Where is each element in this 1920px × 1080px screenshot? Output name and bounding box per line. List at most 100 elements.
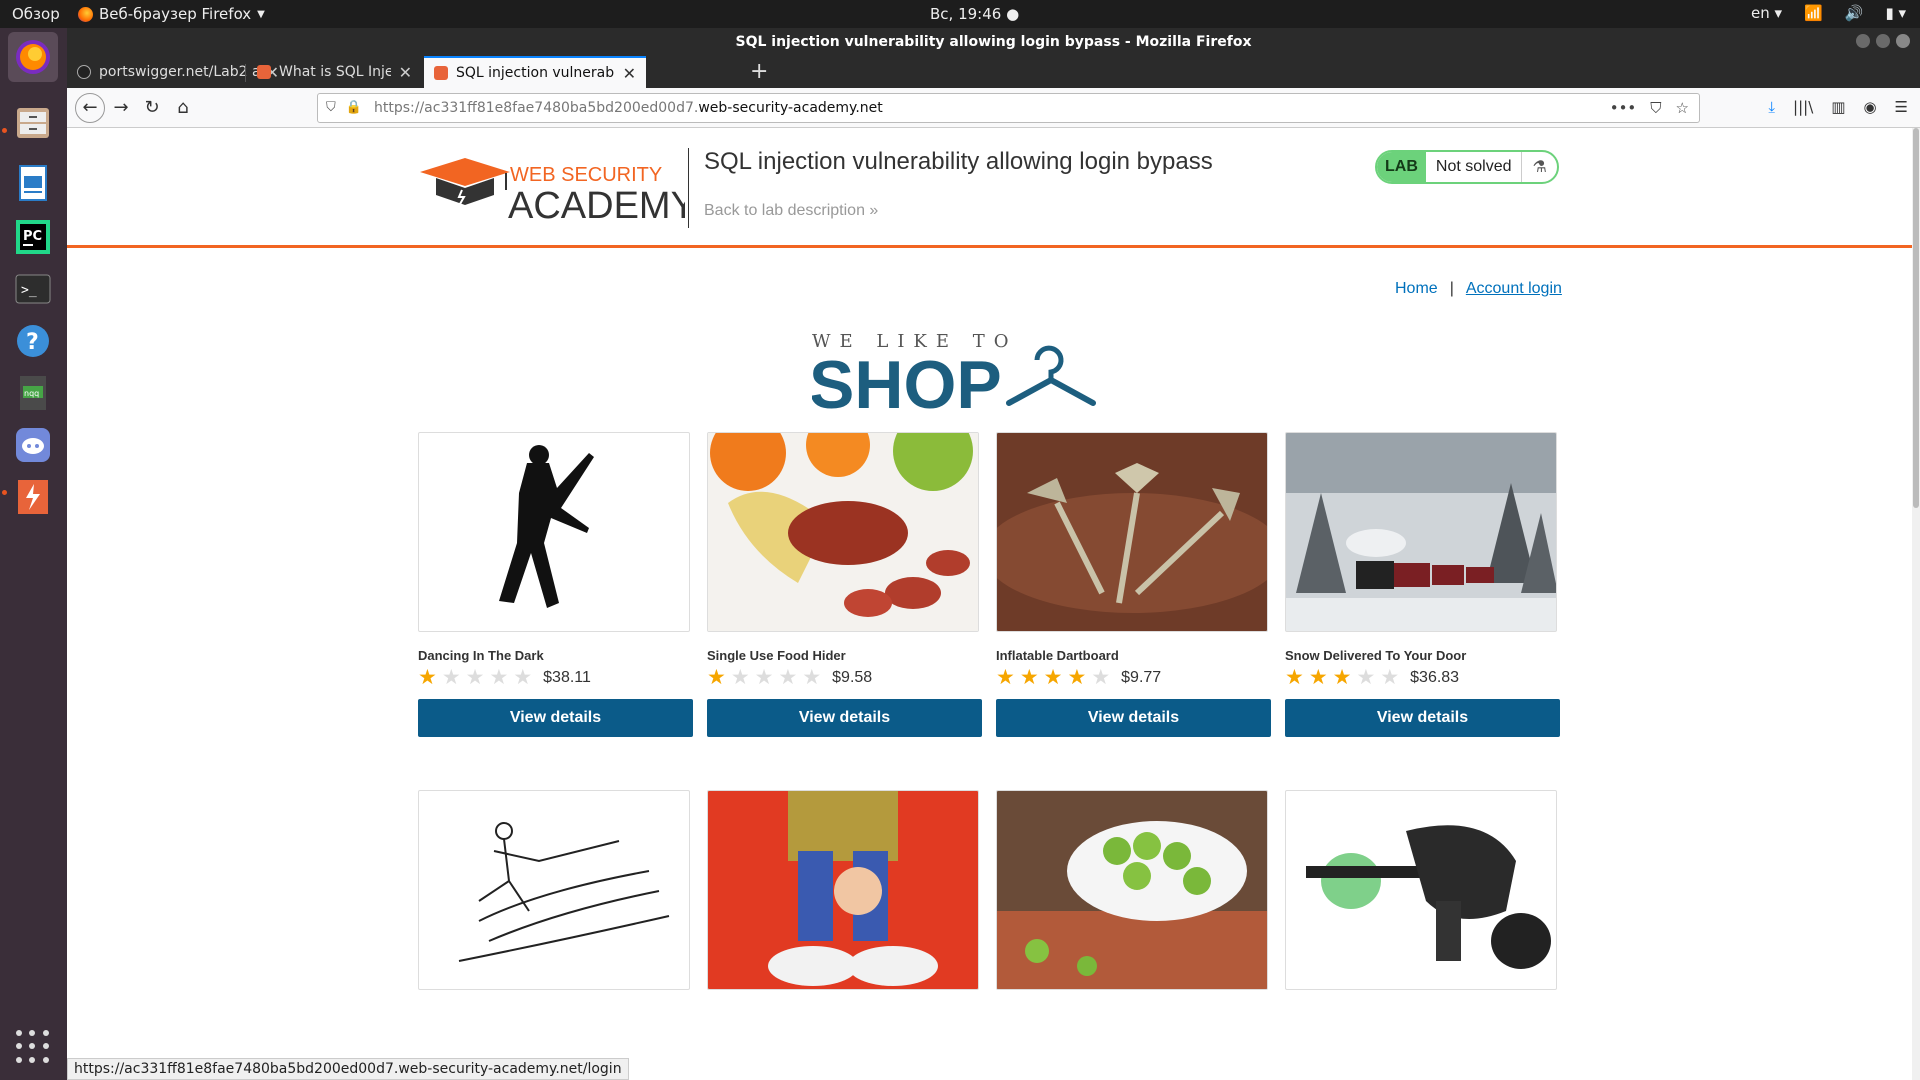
- app-menu[interactable]: Веб-браузер Firefox ▼: [78, 5, 265, 23]
- product-image[interactable]: [996, 432, 1268, 632]
- dock-firefox[interactable]: [8, 32, 58, 82]
- battery-icon: ▮ ▾: [1885, 4, 1906, 22]
- view-details-button[interactable]: View details: [418, 699, 693, 737]
- star-icon: ★: [707, 666, 726, 689]
- firefox-icon: [16, 40, 50, 74]
- product-image[interactable]: [1285, 790, 1557, 990]
- burp-icon: [18, 480, 48, 514]
- page-nav: Home | Account login: [1395, 280, 1562, 298]
- sidebar-icon[interactable]: ▥: [1831, 98, 1845, 116]
- dock-app-notes[interactable]: nqq: [8, 368, 58, 418]
- download-icon[interactable]: ⤓: [1768, 98, 1775, 116]
- reload-icon[interactable]: ↻: [140, 96, 164, 120]
- view-details-button[interactable]: View details: [707, 699, 982, 737]
- tab-what-is-sqli[interactable]: What is SQL Injection? Tu ✕: [247, 56, 422, 88]
- sketch-drawing-image: [458, 822, 670, 962]
- portswigger-icon: [257, 65, 271, 79]
- scrollbar-thumb[interactable]: [1913, 128, 1919, 508]
- snow-train-image: [1286, 433, 1556, 631]
- product-card: [707, 790, 979, 990]
- running-indicator: [2, 128, 7, 133]
- tab-sqli-lab[interactable]: SQL injection vulnerabilit ✕: [424, 56, 646, 88]
- star-icon: ★: [513, 666, 533, 689]
- menu-icon[interactable]: ☰: [1895, 98, 1908, 116]
- activities-button[interactable]: Обзор: [12, 5, 60, 23]
- dock-pycharm[interactable]: PC: [8, 212, 58, 262]
- lab-header: WEB SECURITY ACADEMY SQL injection vulne…: [67, 128, 1912, 248]
- dock-discord[interactable]: [8, 420, 58, 470]
- url-bar[interactable]: ⛉ 🔒 https://ac331ff81e8fae7480ba5bd200ed…: [317, 93, 1700, 123]
- minimize-icon[interactable]: [1856, 34, 1870, 48]
- pocket-icon[interactable]: ⛉: [1650, 99, 1661, 117]
- lab-title: SQL injection vulnerability allowing log…: [704, 148, 1213, 175]
- product-card: [1285, 790, 1557, 990]
- dock-terminal[interactable]: >_: [8, 264, 58, 314]
- view-details-button[interactable]: View details: [1285, 699, 1560, 737]
- bookmark-star-icon[interactable]: ☆: [1676, 99, 1689, 117]
- account-icon[interactable]: ◉: [1863, 98, 1876, 116]
- firefox-icon: [78, 6, 93, 22]
- product-image[interactable]: [418, 790, 690, 990]
- clock[interactable]: Вс, 19:46 ●: [930, 5, 1019, 23]
- pycharm-icon: PC: [16, 220, 50, 254]
- close-icon[interactable]: ✕: [399, 63, 412, 82]
- back-arrow-icon[interactable]: ←: [75, 93, 105, 123]
- product-image[interactable]: [707, 790, 979, 990]
- star-rating: ★ ★ ★ ★ ★ $36.83: [1285, 667, 1557, 689]
- system-tray[interactable]: en ▾ 📶 🔊 ▮ ▾: [1751, 4, 1906, 22]
- hanger-icon: [1006, 345, 1096, 406]
- star-icon: ★: [465, 666, 485, 689]
- star-icon: ★: [1332, 666, 1352, 689]
- web-security-academy-logo[interactable]: WEB SECURITY ACADEMY: [420, 150, 685, 230]
- network-icon: 📶: [1804, 4, 1823, 22]
- product-name: Inflatable Dartboard: [996, 648, 1119, 663]
- dock-help[interactable]: ?: [8, 316, 58, 366]
- app-menu-label: Веб-браузер Firefox: [99, 5, 252, 23]
- account-login-link[interactable]: Account login: [1466, 280, 1562, 298]
- window-titlebar[interactable]: SQL injection vulnerability allowing log…: [67, 28, 1920, 56]
- show-applications-icon[interactable]: [16, 1030, 50, 1064]
- product-name: Single Use Food Hider: [707, 648, 846, 663]
- back-to-lab-description-link[interactable]: Back to lab description »: [704, 202, 878, 220]
- new-tab-icon[interactable]: +: [750, 59, 768, 84]
- volume-icon: 🔊: [1844, 4, 1864, 22]
- product-image[interactable]: [1285, 432, 1557, 632]
- notes-icon: nqq: [20, 376, 46, 410]
- close-icon[interactable]: [1896, 34, 1910, 48]
- dock-files[interactable]: [8, 98, 58, 148]
- library-icon[interactable]: |||\: [1793, 98, 1813, 116]
- tracking-shield-icon[interactable]: ⛉: [326, 100, 336, 115]
- clock-label: Вс, 19:46 ●: [930, 5, 1020, 23]
- forward-arrow-icon[interactable]: →: [109, 96, 133, 120]
- page-actions-icon[interactable]: •••: [1610, 99, 1637, 117]
- close-icon[interactable]: ✕: [623, 64, 636, 83]
- tab-label: What is SQL Injection? Tu: [279, 64, 391, 80]
- dock-writer[interactable]: [8, 158, 58, 208]
- url-prefix: https://ac331ff81e8fae7480ba5bd200ed00d7…: [374, 100, 699, 116]
- home-link[interactable]: Home: [1395, 280, 1438, 298]
- lock-icon[interactable]: 🔒: [346, 100, 362, 115]
- product-image[interactable]: [707, 432, 979, 632]
- link-status-bar: https://ac331ff81e8fae7480ba5bd200ed00d7…: [67, 1058, 629, 1080]
- star-icon: ★: [1380, 666, 1400, 689]
- svg-text:?: ?: [26, 330, 39, 355]
- svg-text:nqq: nqq: [24, 389, 39, 398]
- navigation-toolbar: ← → ↻ ⌂ ⛉ 🔒 https://ac331ff81e8fae7480ba…: [67, 88, 1920, 128]
- maximize-icon[interactable]: [1876, 34, 1890, 48]
- document-icon: [19, 165, 47, 201]
- product-image[interactable]: [996, 790, 1268, 990]
- chevron-down-icon: ▼: [257, 8, 265, 20]
- home-icon[interactable]: ⌂: [171, 96, 195, 120]
- view-details-button[interactable]: View details: [996, 699, 1271, 737]
- language-indicator[interactable]: en ▾: [1751, 4, 1782, 22]
- page-scrollbar[interactable]: [1912, 128, 1920, 1080]
- url-text[interactable]: https://ac331ff81e8fae7480ba5bd200ed00d7…: [374, 100, 883, 116]
- dock-burp[interactable]: [8, 472, 58, 522]
- help-icon: ?: [17, 325, 49, 357]
- lab-badge: LAB: [1377, 152, 1426, 182]
- product-price: $9.58: [832, 669, 873, 686]
- star-icon: ★: [1285, 666, 1304, 689]
- product-image[interactable]: [418, 432, 690, 632]
- star-icon: ★: [1356, 666, 1376, 689]
- tab-label: SQL injection vulnerabilit: [456, 65, 615, 81]
